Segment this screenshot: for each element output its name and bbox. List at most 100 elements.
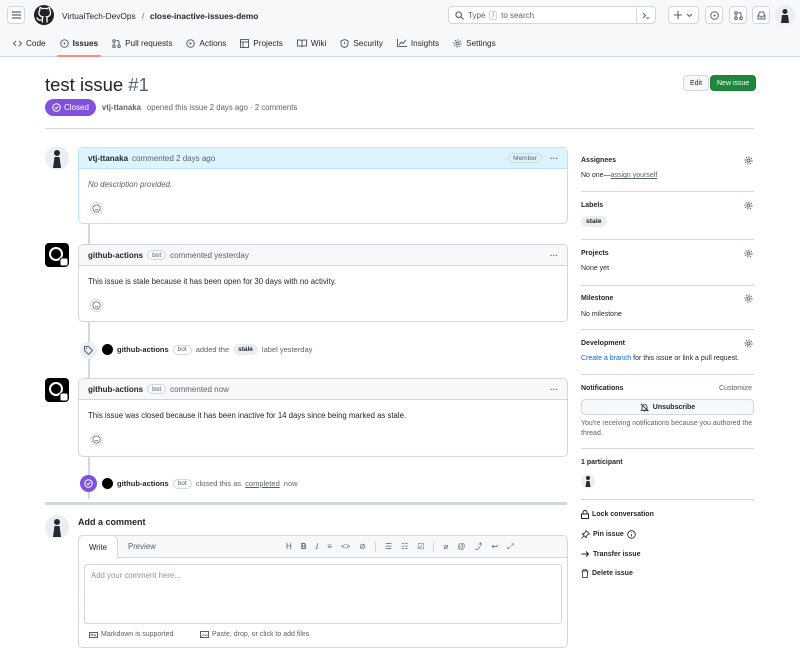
tab-write[interactable]: Write xyxy=(78,535,118,558)
pull-requests-shortcut-button[interactable] xyxy=(729,6,747,24)
transfer-issue-button[interactable]: Transfer issue xyxy=(581,550,654,558)
tab-insights[interactable]: Insights xyxy=(390,34,446,52)
bot-avatar[interactable] xyxy=(45,243,69,267)
ordered-list-icon[interactable]: ☰ xyxy=(385,542,392,551)
comment-body: This issue was closed because it has bee… xyxy=(88,411,407,420)
command-palette-button[interactable] xyxy=(636,7,655,23)
add-comment-heading: Add a comment xyxy=(78,517,146,527)
kebab-menu-icon[interactable]: ··· xyxy=(550,385,558,394)
comment-timestamp[interactable]: commented now xyxy=(170,385,229,394)
event-actor[interactable]: github-actions xyxy=(117,345,169,354)
timeline-event-labeled: github-actions bot added the stale label… xyxy=(102,344,312,355)
attach-files-hint[interactable]: Paste, drop, or click to add files xyxy=(200,631,309,638)
event-actor[interactable]: github-actions xyxy=(117,479,169,488)
image-icon xyxy=(200,631,209,638)
comment-author[interactable]: github-actions xyxy=(88,251,143,260)
label-chip[interactable]: stale xyxy=(581,216,607,227)
tab-security[interactable]: Security xyxy=(333,34,390,52)
gear-icon xyxy=(453,39,462,47)
issue-author[interactable]: vtj-ttanaka xyxy=(102,103,141,112)
cross-reference-icon[interactable]: ⤴ xyxy=(474,541,482,552)
new-issue-button[interactable]: New issue xyxy=(710,75,757,91)
customize-link[interactable]: Customize xyxy=(719,385,752,392)
add-reaction-button[interactable] xyxy=(90,299,103,312)
composer-toolbar: Write Preview H B I ≡ <> ⊘ ☰ ☷ ☑ ⌀ @ ⤴ ↩… xyxy=(78,535,567,558)
unsubscribe-button[interactable]: Unsubscribe xyxy=(581,399,754,415)
tab-issues[interactable]: Issues xyxy=(53,34,106,57)
assignees-title[interactable]: Assignees xyxy=(581,157,616,164)
tab-actions[interactable]: Actions xyxy=(179,34,233,52)
task-list-icon[interactable]: ☑ xyxy=(417,542,424,551)
breadcrumb-repo[interactable]: close-inactive-issues-demo xyxy=(150,11,258,21)
lock-conversation-button[interactable]: Lock conversation xyxy=(581,510,654,519)
projects-title[interactable]: Projects xyxy=(581,250,609,257)
italic-icon[interactable]: I xyxy=(316,542,319,551)
avatar[interactable] xyxy=(45,146,69,170)
completed-link[interactable]: completed xyxy=(245,479,280,488)
issues-shortcut-button[interactable] xyxy=(705,6,723,24)
add-reaction-button[interactable] xyxy=(90,202,103,215)
bold-icon[interactable]: B xyxy=(301,542,307,551)
check-circle-icon xyxy=(80,475,97,492)
issue-opened-icon xyxy=(709,10,719,20)
milestone-title[interactable]: Milestone xyxy=(581,295,613,302)
kebab-menu-icon[interactable]: ··· xyxy=(550,251,558,260)
sidebar-divider xyxy=(581,191,754,192)
assign-yourself-link[interactable]: assign yourself xyxy=(611,172,658,179)
comment-timestamp[interactable]: commented yesterday xyxy=(170,251,249,260)
label-chip[interactable]: stale xyxy=(233,344,258,355)
breadcrumb-separator: / xyxy=(142,11,145,21)
create-branch-link[interactable]: Create a branch xyxy=(581,355,631,362)
gear-icon[interactable] xyxy=(744,201,753,210)
timeline-event-closed: github-actions bot closed this as comple… xyxy=(102,478,298,489)
create-new-button[interactable] xyxy=(668,6,699,24)
toolbar-divider xyxy=(433,541,435,552)
comment-author[interactable]: github-actions xyxy=(88,385,143,394)
gear-icon[interactable] xyxy=(744,339,753,348)
search-icon xyxy=(455,10,464,20)
gear-icon[interactable] xyxy=(744,156,753,165)
labels-title[interactable]: Labels xyxy=(581,202,603,209)
menu-button[interactable] xyxy=(7,6,25,24)
heading-icon[interactable]: H xyxy=(286,542,292,551)
tab-code[interactable]: Code xyxy=(6,34,53,52)
breadcrumb-owner[interactable]: VirtualTech-DevOps xyxy=(62,11,136,21)
tab-settings[interactable]: Settings xyxy=(446,34,503,52)
mention-icon[interactable]: @ xyxy=(457,542,465,551)
gear-icon[interactable] xyxy=(744,294,753,303)
comment-author[interactable]: vtj-ttanaka xyxy=(88,154,128,163)
comment-textarea[interactable]: Add your comment here... xyxy=(84,564,562,624)
unordered-list-icon[interactable]: ☷ xyxy=(401,542,408,551)
search-input[interactable]: Type / to search xyxy=(448,6,656,24)
comment-1: vtj-ttanaka commented 2 days ago Member … xyxy=(78,147,568,224)
fullscreen-icon[interactable]: ⤢ xyxy=(507,542,513,552)
comment-timestamp[interactable]: commented 2 days ago xyxy=(132,154,215,163)
link-icon[interactable]: ⊘ xyxy=(359,542,366,551)
reply-icon[interactable]: ↩ xyxy=(491,542,498,551)
kebab-menu-icon[interactable]: ··· xyxy=(550,154,558,163)
tab-pull-requests[interactable]: Pull requests xyxy=(105,34,179,52)
add-reaction-button[interactable] xyxy=(90,433,103,446)
github-logo-icon[interactable] xyxy=(34,5,54,25)
gear-icon[interactable] xyxy=(744,249,753,258)
attach-icon[interactable]: ⌀ xyxy=(443,542,448,551)
issue-meta: opened this issue 2 days ago · 2 comment… xyxy=(146,103,298,112)
code-icon[interactable]: <> xyxy=(341,542,350,551)
git-pull-request-icon xyxy=(733,10,743,20)
delete-issue-button[interactable]: Delete issue xyxy=(581,569,654,578)
tab-preview[interactable]: Preview xyxy=(128,542,156,551)
pin-issue-button[interactable]: Pin issue xyxy=(581,530,654,539)
inbox-button[interactable] xyxy=(752,6,770,24)
tab-wiki[interactable]: Wiki xyxy=(290,34,333,52)
bot-avatar[interactable] xyxy=(45,378,69,402)
markdown-hint[interactable]: Markdown is supported xyxy=(89,631,173,638)
participant-avatar[interactable] xyxy=(581,474,595,488)
user-avatar[interactable] xyxy=(775,5,795,25)
comment-header: github-actions bot commented yesterday ·… xyxy=(79,245,567,266)
comment-2: github-actions bot commented yesterday ·… xyxy=(78,244,568,322)
edit-button[interactable]: Edit xyxy=(683,75,710,91)
development-title[interactable]: Development xyxy=(581,340,625,347)
lock-icon xyxy=(581,510,589,519)
quote-icon[interactable]: ≡ xyxy=(327,542,332,551)
tab-projects[interactable]: Projects xyxy=(233,34,290,52)
